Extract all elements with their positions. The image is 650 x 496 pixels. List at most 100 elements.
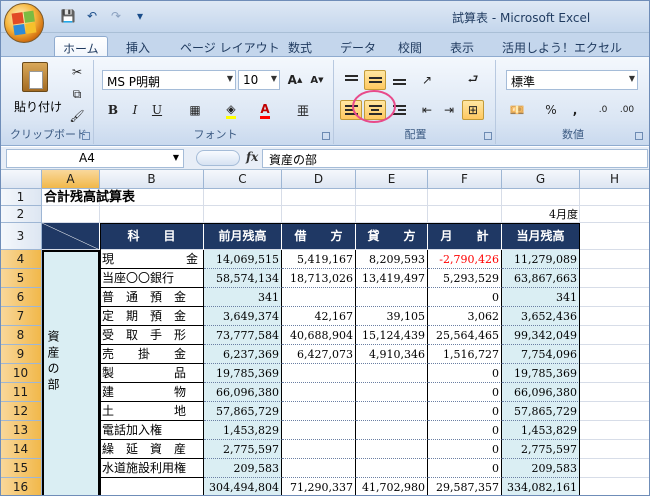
office-button[interactable]: [4, 3, 44, 43]
cell-d1[interactable]: [282, 189, 356, 206]
paste-button[interactable]: 貼り付け: [14, 98, 62, 115]
cell-h14[interactable]: [580, 440, 650, 459]
alignment-launcher-icon[interactable]: [484, 132, 492, 140]
tab-page-layout[interactable]: ページ レイアウト: [172, 36, 288, 57]
cell-h3[interactable]: [580, 223, 650, 250]
font-size-combo[interactable]: 10 ▼: [238, 70, 280, 90]
tab-view[interactable]: 表示: [442, 36, 482, 57]
column-header-c[interactable]: C: [204, 170, 282, 189]
fill-color-icon[interactable]: ◈: [220, 100, 242, 120]
tab-home[interactable]: ホーム: [54, 36, 108, 57]
align-middle-icon[interactable]: [364, 70, 386, 90]
cut-icon[interactable]: ✂: [66, 62, 88, 82]
tab-data[interactable]: データ: [332, 36, 384, 57]
grow-font-icon[interactable]: A ▲: [284, 70, 306, 90]
comma-button[interactable]: ,: [564, 100, 586, 120]
row-header-11[interactable]: 11: [0, 383, 42, 402]
italic-button[interactable]: I: [124, 100, 146, 120]
cell-h12[interactable]: [580, 402, 650, 421]
cell-h6[interactable]: [580, 288, 650, 307]
select-all-corner[interactable]: [0, 170, 42, 189]
cell-f2[interactable]: [428, 206, 502, 223]
merge-center-icon[interactable]: ⊞: [462, 100, 484, 120]
column-header-a[interactable]: A: [42, 170, 100, 189]
row-header-9[interactable]: 9: [0, 345, 42, 364]
font-color-icon[interactable]: A: [254, 100, 276, 120]
shrink-font-icon[interactable]: A ▼: [306, 70, 328, 90]
formula-input[interactable]: 資産の部: [262, 149, 648, 168]
cell-h5[interactable]: [580, 269, 650, 288]
font-launcher-icon[interactable]: [322, 132, 330, 140]
row-header-6[interactable]: 6: [0, 288, 42, 307]
cell-h16[interactable]: [580, 478, 650, 496]
cell-h15[interactable]: [580, 459, 650, 478]
column-header-b[interactable]: B: [100, 170, 204, 189]
cell-c2[interactable]: [204, 206, 282, 223]
wrap-text-icon[interactable]: ⮐: [462, 70, 484, 90]
tab-insert[interactable]: 挿入: [118, 36, 158, 57]
bold-button[interactable]: B: [102, 100, 124, 120]
column-header-e[interactable]: E: [356, 170, 428, 189]
percent-button[interactable]: %: [540, 100, 562, 120]
tab-excel-tips[interactable]: 活用しよう！エクセル: [494, 36, 630, 57]
row-header-16[interactable]: 16: [0, 478, 42, 496]
cell-d2[interactable]: [282, 206, 356, 223]
row-header-12[interactable]: 12: [0, 402, 42, 421]
row-header-4[interactable]: 4: [0, 250, 42, 269]
increase-indent-icon[interactable]: ⇥: [438, 100, 460, 120]
column-header-g[interactable]: G: [502, 170, 580, 189]
column-header-f[interactable]: F: [428, 170, 502, 189]
font-name-combo[interactable]: MS P明朝 ▼: [102, 70, 236, 90]
worksheet[interactable]: A B C D E F G H 123456789101112131415161…: [0, 170, 650, 496]
cell-h2[interactable]: [580, 206, 650, 223]
column-header-d[interactable]: D: [282, 170, 356, 189]
cell-g1[interactable]: [502, 189, 580, 206]
column-header-h[interactable]: H: [580, 170, 650, 189]
decrease-indent-icon[interactable]: ⇤: [416, 100, 438, 120]
row-header-8[interactable]: 8: [0, 326, 42, 345]
align-top-icon[interactable]: [340, 70, 362, 90]
row-header-7[interactable]: 7: [0, 307, 42, 326]
formula-bar-splitter[interactable]: [196, 150, 240, 166]
undo-icon[interactable]: ↶: [82, 7, 102, 25]
phonetic-icon[interactable]: 亜: [292, 100, 314, 120]
increase-decimal-button[interactable]: .0: [592, 100, 614, 120]
row-header-5[interactable]: 5: [0, 269, 42, 288]
cell-f1[interactable]: [428, 189, 502, 206]
decrease-decimal-button[interactable]: .00: [616, 100, 638, 120]
insert-function-button[interactable]: fx: [246, 150, 258, 164]
cell-e2[interactable]: [356, 206, 428, 223]
cell-h4[interactable]: [580, 250, 650, 269]
number-launcher-icon[interactable]: [635, 132, 643, 140]
redo-icon[interactable]: ↷: [106, 7, 126, 25]
cell-h1[interactable]: [580, 189, 650, 206]
orientation-icon[interactable]: ↗: [416, 70, 438, 90]
cell-b2[interactable]: [100, 206, 204, 223]
row-header-2[interactable]: 2: [0, 206, 42, 223]
clipboard-launcher-icon[interactable]: [82, 132, 90, 140]
row-header-10[interactable]: 10: [0, 364, 42, 383]
row-header-1[interactable]: 1: [0, 189, 42, 206]
cell-a2[interactable]: [42, 206, 100, 223]
save-icon[interactable]: 💾: [58, 7, 78, 25]
cell-h7[interactable]: [580, 307, 650, 326]
tab-formulas[interactable]: 数式: [280, 36, 320, 57]
row-header-14[interactable]: 14: [0, 440, 42, 459]
currency-icon[interactable]: 💴: [506, 100, 528, 120]
cell-h10[interactable]: [580, 364, 650, 383]
align-bottom-icon[interactable]: [388, 70, 410, 90]
cell-h8[interactable]: [580, 326, 650, 345]
customize-qat-icon[interactable]: ▾: [130, 7, 150, 25]
row-header-3[interactable]: 3: [0, 223, 42, 250]
cell-h11[interactable]: [580, 383, 650, 402]
format-painter-icon[interactable]: 🖌: [66, 106, 88, 126]
number-format-combo[interactable]: 標準 ▼: [506, 70, 638, 90]
underline-button[interactable]: U: [146, 100, 168, 120]
row-header-13[interactable]: 13: [0, 421, 42, 440]
cell-e1[interactable]: [356, 189, 428, 206]
copy-icon[interactable]: ⧉: [66, 84, 88, 104]
borders-icon[interactable]: ▦: [184, 100, 206, 120]
tab-review[interactable]: 校閲: [390, 36, 430, 57]
paste-icon[interactable]: [22, 62, 48, 92]
row-header-15[interactable]: 15: [0, 459, 42, 478]
